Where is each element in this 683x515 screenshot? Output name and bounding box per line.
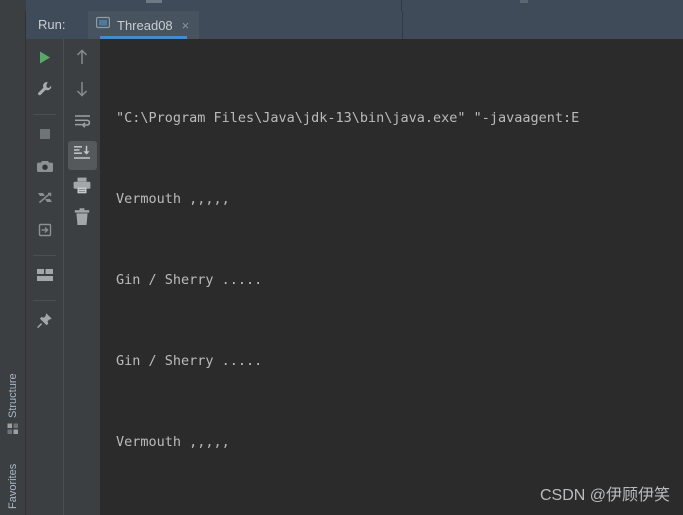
soft-wrap-button[interactable] — [68, 109, 97, 138]
arrow-down-icon — [74, 80, 90, 103]
run-tab-bar: Run: Thread08 × — [26, 11, 683, 39]
toolbar-separator-1 — [33, 114, 56, 115]
structure-icon — [7, 423, 19, 434]
up-button[interactable] — [68, 45, 97, 74]
print-button[interactable] — [68, 173, 97, 202]
edit-config-button[interactable] — [30, 77, 59, 106]
console-line: Gin / Sherry ..... — [116, 353, 263, 369]
clear-all-button[interactable] — [68, 205, 97, 234]
pin-icon — [36, 312, 53, 334]
top-strip-left-pad — [0, 0, 26, 11]
left-tool-strip: Structure Favorites — [0, 11, 26, 515]
ide-run-window-screenshot: Structure Favorites Run: Thread08 × "C:\… — [0, 0, 683, 515]
sidebar-item-structure[interactable]: Structure — [0, 330, 26, 440]
console-line: Vermouth ,,,,, — [116, 191, 230, 207]
console-line: Gin / Sherry ..... — [116, 272, 263, 288]
camera-icon — [36, 159, 53, 179]
stop-icon — [38, 127, 52, 146]
console-line: Vermouth ,,,,, — [116, 434, 230, 450]
run-tool-window: Run: Thread08 × "C:\Program Files\Java\j… — [26, 11, 683, 515]
trash-icon — [74, 208, 90, 231]
watermark: CSDN @伊顾伊笑 — [539, 487, 670, 504]
play-icon — [37, 50, 52, 70]
run-label: Run: — [38, 17, 66, 32]
printer-icon — [73, 177, 91, 199]
run-toolbar-secondary — [63, 39, 100, 515]
top-strip-handle-2[interactable] — [520, 0, 528, 3]
sidebar-item-structure-label: Structure — [7, 373, 19, 418]
toolbar-separator-3 — [33, 300, 56, 301]
wrench-icon — [37, 81, 53, 102]
arrow-up-icon — [74, 48, 90, 71]
top-header-strip — [0, 0, 683, 11]
console-lines: "C:\Program Files\Java\jdk-13\bin\java.e… — [100, 39, 683, 515]
soft-wrap-icon — [74, 114, 91, 134]
layout-icon — [36, 268, 53, 287]
sidebar-item-favorites[interactable]: Favorites — [0, 453, 26, 515]
console-output[interactable]: "C:\Program Files\Java\jdk-13\bin\java.e… — [100, 39, 683, 515]
layout-button[interactable] — [30, 263, 59, 292]
resume-icon — [37, 222, 53, 243]
console-line: "C:\Program Files\Java\jdk-13\bin\java.e… — [116, 110, 580, 126]
down-button[interactable] — [68, 77, 97, 106]
scroll-to-end-icon — [73, 145, 91, 166]
snapshot-button[interactable] — [30, 154, 59, 183]
rerun-button[interactable] — [30, 45, 59, 74]
sidebar-item-favorites-label: Favorites — [7, 463, 19, 509]
pin-button[interactable] — [30, 308, 59, 337]
top-strip-handle-1[interactable] — [146, 0, 162, 3]
tab-thread08[interactable]: Thread08 × — [88, 11, 200, 39]
top-strip-divider-1 — [401, 0, 402, 11]
stop-button[interactable] — [30, 122, 59, 151]
run-configuration-icon — [95, 16, 111, 35]
toolbar-separator-2 — [33, 255, 56, 256]
scroll-to-end-button[interactable] — [67, 141, 97, 170]
console-line: Vermouth ,,,,, — [116, 510, 683, 515]
tab-bar-divider — [402, 11, 403, 39]
tab-thread08-label: Thread08 — [117, 17, 173, 33]
run-toolbar-primary — [26, 39, 63, 515]
threads-icon — [37, 190, 53, 211]
thread-dump-button[interactable] — [30, 186, 59, 215]
resume-button[interactable] — [30, 218, 59, 247]
close-icon[interactable]: × — [182, 19, 190, 32]
